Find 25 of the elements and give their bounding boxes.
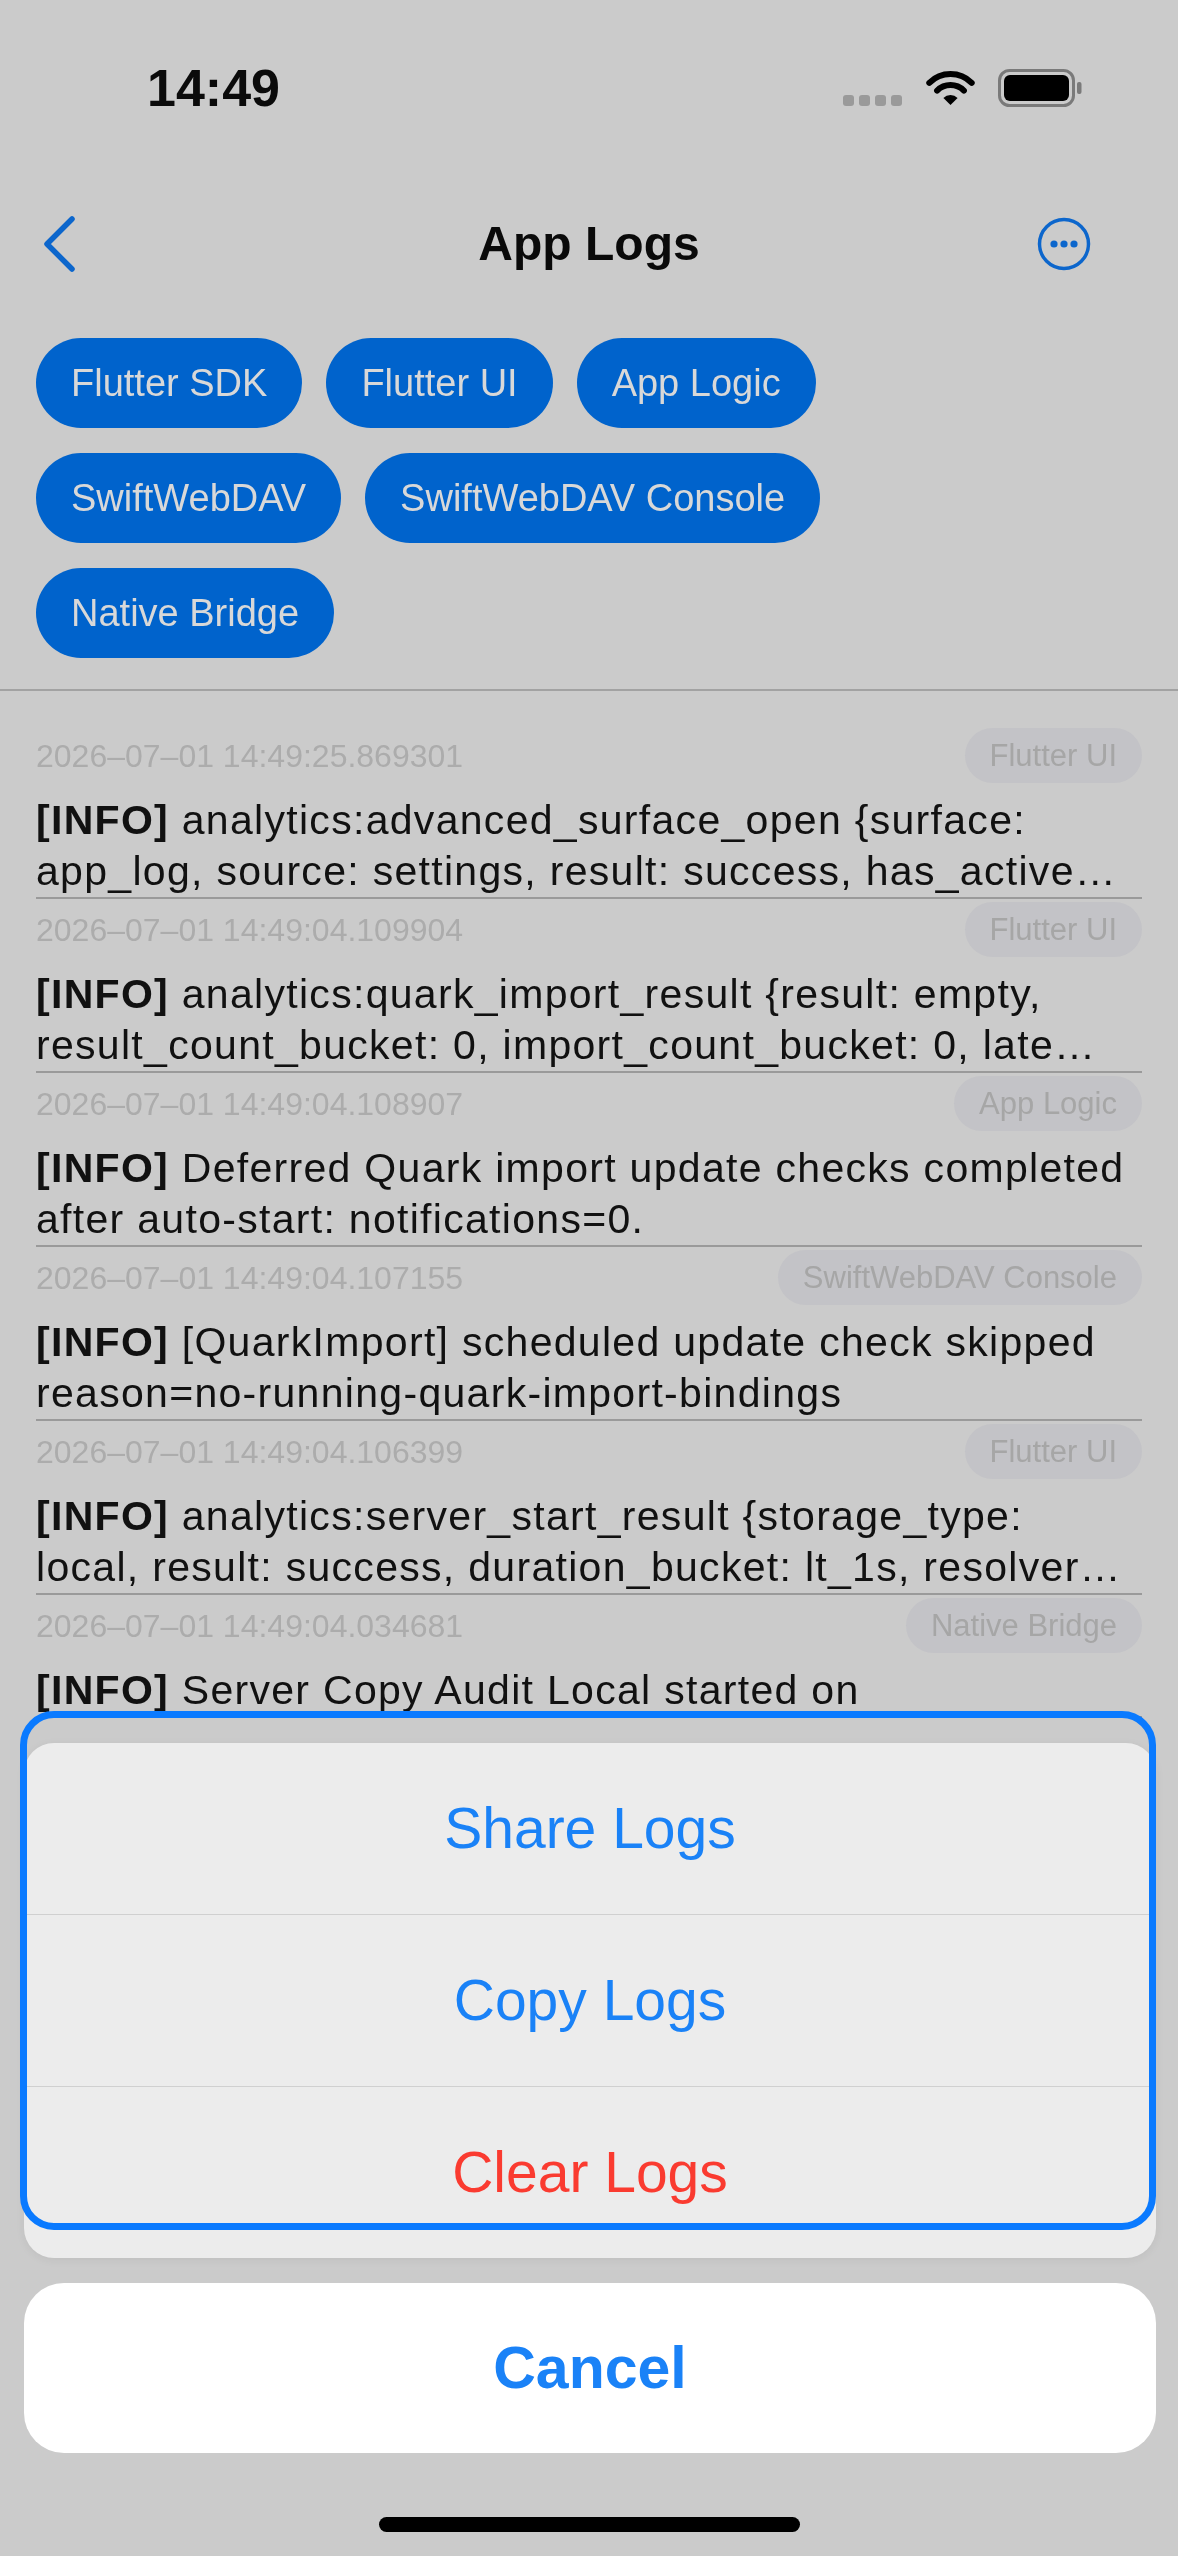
wifi-icon <box>925 69 976 107</box>
filter-chip[interactable]: SwiftWebDAV <box>36 453 342 543</box>
screen-title: App Logs <box>478 216 700 273</box>
filter-chip[interactable]: App Logic <box>576 338 816 428</box>
cellular-signal-icon <box>843 94 903 106</box>
action-sheet-button[interactable]: Copy Logs <box>24 1914 1156 2086</box>
more-icon <box>1037 217 1091 271</box>
status-time: 14:49 <box>147 62 280 114</box>
action-sheet-button[interactable]: Clear Logs <box>24 2086 1156 2258</box>
log-message: [INFO] Server Copy Audit Local started on <box>36 1666 861 1715</box>
battery-icon <box>998 69 1082 107</box>
chevron-left-icon <box>41 215 77 273</box>
log-message: [INFO] [QuarkImport] scheduled update check skipped reason=no-running-quark-import-bindings <box>36 1318 1097 1418</box>
log-message: [INFO] analytics:advanced_surface_open {surface: app_log, source: settings, result: success, has_active… <box>36 796 1119 896</box>
log-message: [INFO] Deferred Quark import update checks completed after auto-start: notifications=0. <box>36 1144 1126 1244</box>
cancel-button[interactable]: Cancel <box>24 2283 1156 2453</box>
filter-chip[interactable]: Flutter UI <box>326 338 553 428</box>
back-button[interactable] <box>41 215 77 273</box>
filter-chip[interactable]: Native Bridge <box>36 568 335 658</box>
log-message: [INFO] analytics:quark_import_result {result: empty, result_count_bucket: 0, import_count_bucket: 0, late… <box>36 970 1098 1070</box>
action-sheet-button[interactable]: Share Logs <box>24 1743 1156 1914</box>
more-button[interactable] <box>1037 217 1091 271</box>
log-message: [INFO] analytics:server_start_result {storage_type: local, result: success, duration_bucket: lt_1s, resolver… <box>36 1492 1123 1592</box>
filter-chip[interactable]: Flutter SDK <box>36 338 303 428</box>
filter-chip[interactable]: SwiftWebDAV Console <box>365 453 821 543</box>
